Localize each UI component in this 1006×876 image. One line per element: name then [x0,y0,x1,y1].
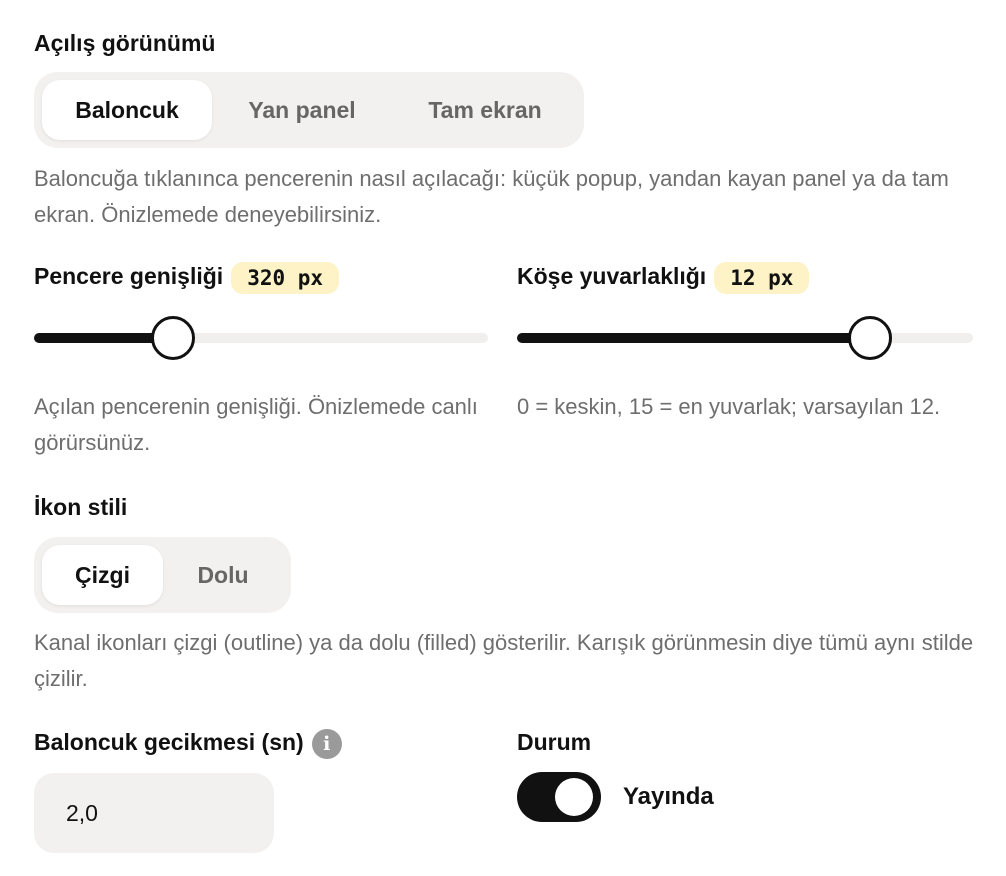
window-width-value-badge: 320 px [231,262,340,294]
opening-view-heading: Açılış görünümü [34,30,216,56]
status-heading: Durum [517,729,592,755]
corner-radius-slider-thumb[interactable] [848,316,892,360]
corner-radius-value-badge: 12 px [714,262,810,294]
bubble-delay-label: Baloncuk gecikmesi (sn) [34,729,304,756]
bubble-delay-heading: Baloncuk gecikmesi (sn) i [34,729,342,759]
corner-radius-label: Köşe yuvarlaklığı [517,263,707,290]
opening-view-option-bubble[interactable]: Baloncuk [42,80,212,140]
window-width-heading: Pencere genişliği 320 px [34,262,340,294]
icon-style-segmented-control: Çizgi Dolu [34,537,291,613]
bubble-delay-input[interactable] [34,773,274,853]
icon-style-option-outline[interactable]: Çizgi [42,545,163,605]
window-width-description: Açılan pencerenin genişliği. Önizlemede … [34,394,478,455]
opening-view-description: Baloncuğa tıklanınca pencerenin nasıl aç… [34,166,949,227]
status-toggle-label: Yayında [623,783,714,810]
corner-radius-description: 0 = keskin, 15 = en yuvarlak; varsayılan… [517,394,941,419]
icon-style-description: Kanal ikonları çizgi (outline) ya da dol… [34,630,974,691]
window-width-slider[interactable] [34,316,488,360]
opening-view-option-side-panel[interactable]: Yan panel [212,80,392,140]
corner-radius-slider[interactable] [517,316,973,360]
window-width-label: Pencere genişliği [34,263,224,290]
opening-view-option-full-screen[interactable]: Tam ekran [392,80,578,140]
status-toggle-knob [555,778,593,816]
info-icon[interactable]: i [311,729,342,759]
status-toggle[interactable] [517,772,601,822]
corner-radius-slider-fill [517,333,870,343]
icon-style-heading: İkon stili [34,494,128,520]
corner-radius-heading: Köşe yuvarlaklığı 12 px [517,262,810,294]
icon-style-option-filled[interactable]: Dolu [163,545,283,605]
window-width-slider-thumb[interactable] [151,316,195,360]
opening-view-segmented-control: Baloncuk Yan panel Tam ekran [34,72,584,148]
